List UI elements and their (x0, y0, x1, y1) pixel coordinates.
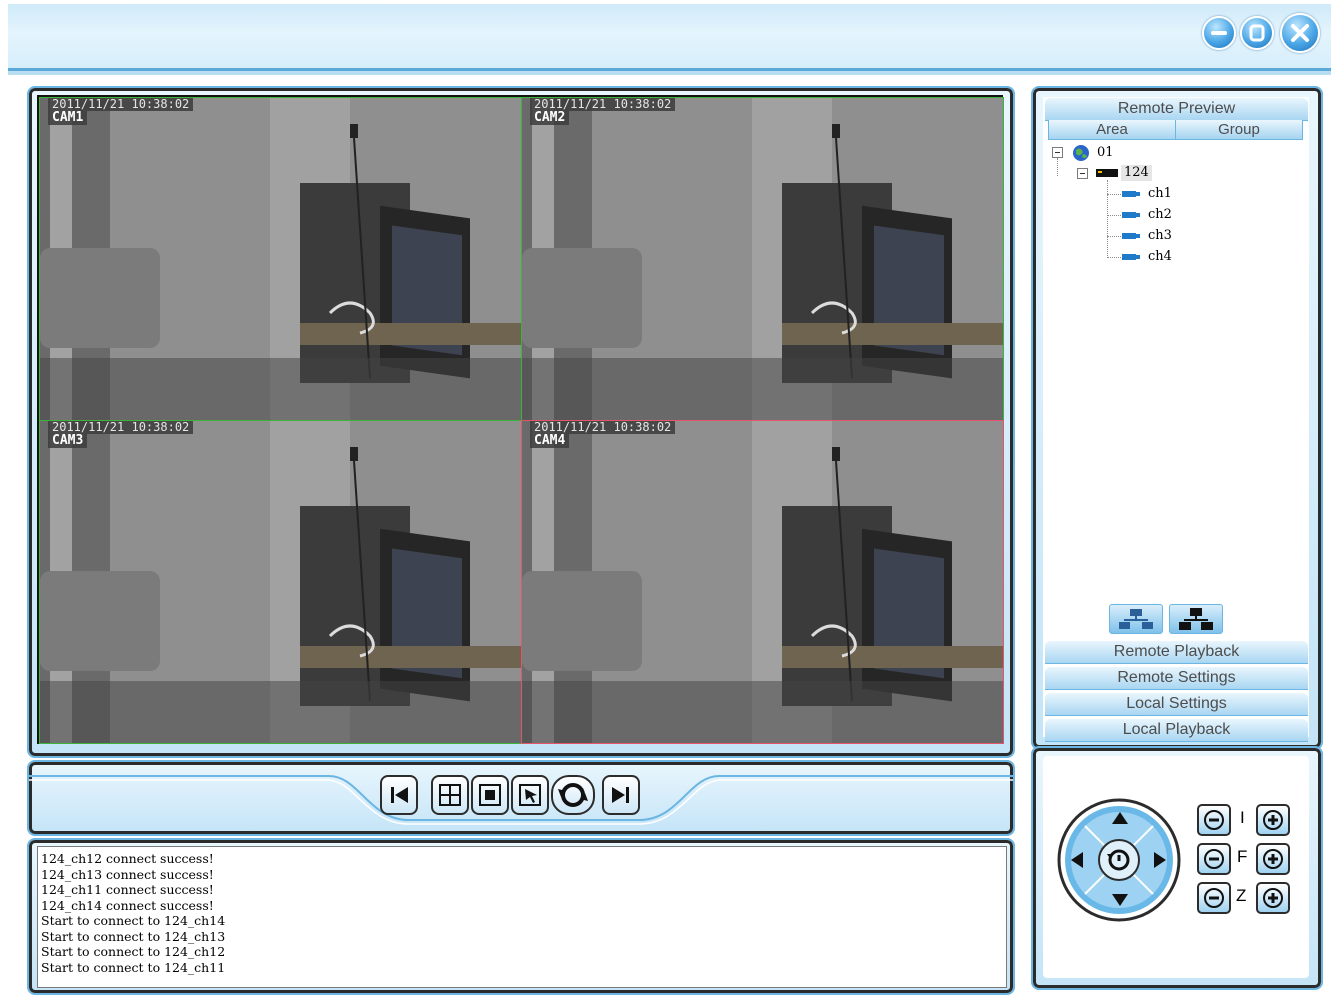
ptz-left-icon[interactable] (1069, 850, 1085, 870)
tree-connector (1107, 180, 1108, 258)
focus-minus-button[interactable] (1197, 843, 1231, 875)
focus-label: F (1237, 847, 1248, 866)
minimize-icon (1211, 31, 1227, 35)
fullscreen-button[interactable] (471, 775, 509, 815)
split-4-button[interactable] (431, 775, 469, 815)
video-cell-cam4[interactable]: 2011/11/21 10:38:02 CAM4 (521, 420, 1004, 744)
local-settings-header[interactable]: Local Settings (1045, 692, 1308, 716)
tree-connector (1107, 194, 1121, 195)
previous-icon (391, 787, 408, 803)
log-line: 124_ch12 connect success! (41, 851, 214, 866)
next-icon (612, 787, 629, 803)
cycle-button[interactable] (551, 775, 595, 815)
log-line: 124_ch14 connect success! (41, 897, 214, 913)
focus-plus-button[interactable] (1256, 843, 1290, 875)
ptz-auto-rotate-icon[interactable] (1103, 844, 1135, 876)
tree-node-channel[interactable]: ch2 (1148, 207, 1172, 223)
video-cell-cam2[interactable]: 2011/11/21 10:38:02 CAM2 (521, 97, 1004, 421)
ptz-down-icon[interactable] (1110, 892, 1130, 908)
log-line: Start to connect to 124_ch12 (41, 944, 226, 959)
camera-feed-image (40, 98, 521, 420)
select-window-icon (519, 784, 541, 806)
next-button[interactable] (602, 775, 640, 815)
camera-channel-icon (1122, 191, 1140, 197)
camera-channel-icon (1122, 233, 1140, 239)
tree-node-device[interactable]: 124 (1121, 165, 1152, 181)
collapse-root-toggle[interactable] (1052, 147, 1063, 158)
camera-label: CAM4 (530, 434, 570, 448)
log-line: 124_ch11 connect success! (41, 882, 214, 897)
iris-minus-button[interactable] (1197, 804, 1231, 836)
collapse-device-toggle[interactable] (1077, 168, 1088, 179)
dvr-device-icon (1096, 169, 1118, 177)
split-4-icon (439, 784, 461, 806)
ptz-up-icon[interactable] (1110, 810, 1130, 826)
plus-icon (1263, 849, 1283, 869)
camera-feed-image (40, 421, 521, 743)
camera-channel-icon (1122, 254, 1140, 260)
select-window-button[interactable] (511, 775, 549, 815)
tree-connector (1057, 158, 1058, 176)
iris-label: I (1240, 808, 1245, 827)
plus-icon (1263, 888, 1283, 908)
remote-playback-header[interactable]: Remote Playback (1045, 640, 1308, 664)
tree-node-root[interactable]: 01 (1097, 145, 1114, 161)
log-line: 124_ch13 connect success! (41, 866, 214, 882)
minus-icon (1204, 810, 1224, 830)
globe-icon (1073, 145, 1089, 161)
restore-icon (1249, 24, 1265, 42)
network-icon (1119, 609, 1153, 629)
log-line: Start to connect to 124_ch13 (41, 928, 226, 944)
log-line: Start to connect to 124_ch14 (41, 913, 226, 928)
close-button[interactable] (1280, 13, 1320, 53)
log-output[interactable]: 124_ch12 connect success! 124_ch13 conne… (37, 846, 1007, 988)
fullscreen-icon (479, 784, 501, 806)
cycle-icon (558, 783, 588, 807)
title-bar-divider-glow (8, 71, 1331, 75)
restore-button[interactable] (1240, 16, 1274, 50)
zoom-minus-button[interactable] (1197, 882, 1231, 914)
hierarchy-icon (1179, 608, 1213, 630)
local-playback-header[interactable]: Local Playback (1045, 718, 1308, 742)
minimize-button[interactable] (1202, 16, 1236, 50)
iris-plus-button[interactable] (1256, 804, 1290, 836)
device-tree (1047, 141, 1305, 601)
tab-area[interactable]: Area (1048, 120, 1176, 140)
tree-connector (1107, 215, 1121, 216)
camera-label: CAM1 (48, 111, 88, 125)
minus-icon (1204, 888, 1224, 908)
remote-preview-header[interactable]: Remote Preview (1045, 97, 1308, 121)
tree-node-channel[interactable]: ch4 (1148, 249, 1172, 265)
ptz-right-icon[interactable] (1152, 850, 1168, 870)
zoom-plus-button[interactable] (1256, 882, 1290, 914)
minus-icon (1204, 849, 1224, 869)
close-icon (1291, 24, 1309, 42)
network-view-button[interactable] (1109, 604, 1163, 634)
tree-connector (1107, 236, 1121, 237)
camera-feed-image (522, 421, 1003, 743)
previous-button[interactable] (380, 775, 418, 815)
tree-node-channel[interactable]: ch1 (1148, 186, 1172, 202)
tab-group[interactable]: Group (1175, 120, 1303, 140)
log-line: Start to connect to 124_ch11 (41, 959, 226, 975)
zoom-label: Z (1236, 886, 1247, 905)
device-view-button[interactable] (1169, 604, 1223, 634)
camera-label: CAM3 (48, 434, 88, 448)
video-cell-cam1[interactable]: 2011/11/21 10:38:02 CAM1 (39, 97, 522, 421)
video-cell-cam3[interactable]: 2011/11/21 10:38:02 CAM3 (39, 420, 522, 744)
remote-settings-header[interactable]: Remote Settings (1045, 666, 1308, 690)
camera-feed-image (522, 98, 1003, 420)
tree-connector (1107, 257, 1121, 258)
title-bar (8, 4, 1331, 68)
camera-label: CAM2 (530, 111, 570, 125)
tree-node-channel[interactable]: ch3 (1148, 228, 1172, 244)
camera-channel-icon (1122, 212, 1140, 218)
plus-icon (1263, 810, 1283, 830)
